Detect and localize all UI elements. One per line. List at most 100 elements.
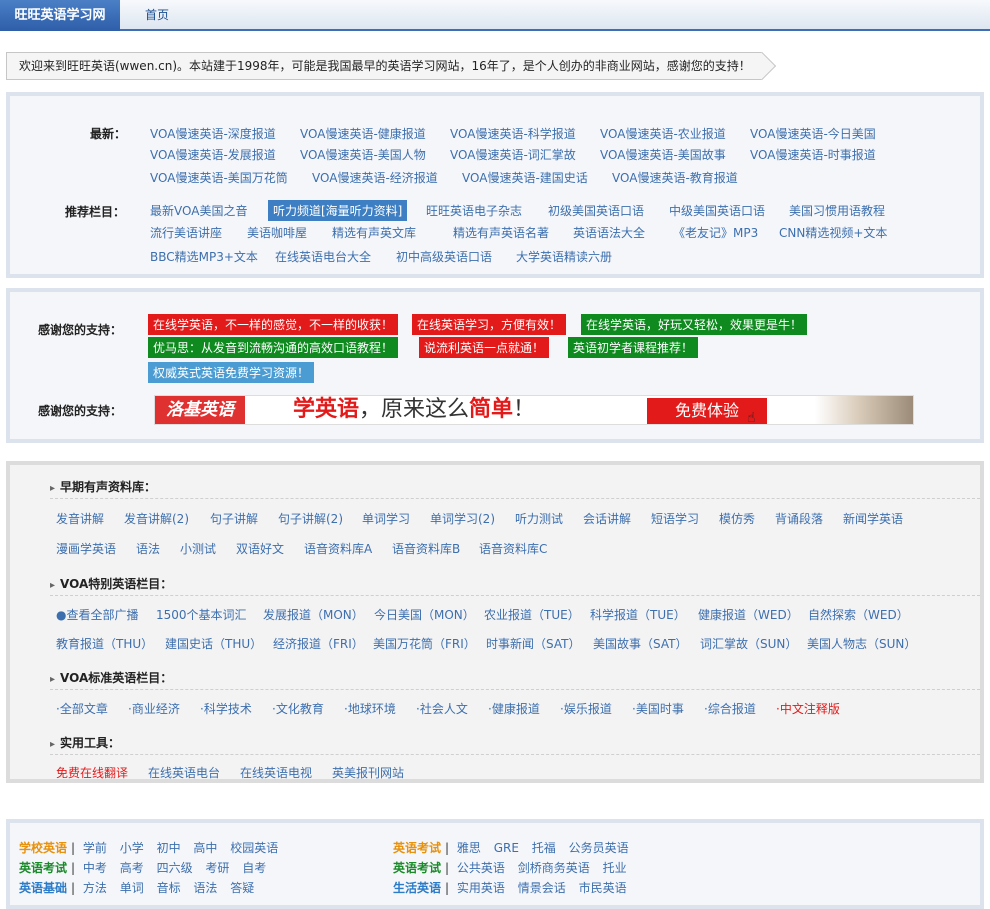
recommended-link[interactable]: 精选有声英文库 xyxy=(332,224,416,241)
promo-tag[interactable]: 在线学英语，不一样的感觉，不一样的收获！ xyxy=(148,314,399,335)
recommended-link[interactable]: 旺旺英语电子杂志 xyxy=(426,202,522,219)
voa-special-link[interactable]: 1500个基本词汇 xyxy=(156,606,247,623)
category-link[interactable]: 中考 xyxy=(83,861,107,875)
category-link[interactable]: GRE xyxy=(494,841,519,855)
latest-link[interactable]: VOA慢速英语-建国史话 xyxy=(462,169,588,186)
recommended-link-highlight[interactable]: 听力频道[海量听力资料] xyxy=(268,200,408,221)
tool-link-translate[interactable]: 免费在线翻译 xyxy=(56,764,128,781)
early-link[interactable]: 单词学习 xyxy=(362,510,410,527)
early-link[interactable]: 短语学习 xyxy=(651,510,699,527)
voa-special-link[interactable]: 建国史话（THU） xyxy=(165,635,262,652)
voa-standard-link[interactable]: ·社会人文 xyxy=(416,700,468,717)
category-link[interactable]: 答疑 xyxy=(230,881,254,895)
category-link[interactable]: 公共英语 xyxy=(457,861,505,875)
voa-special-link[interactable]: 美国人物志（SUN） xyxy=(807,635,916,652)
voa-special-link[interactable]: ●查看全部广播 xyxy=(56,606,138,623)
voa-standard-link[interactable]: ·健康报道 xyxy=(488,700,540,717)
category-link[interactable]: 小学 xyxy=(120,841,144,855)
early-link[interactable]: 句子讲解 xyxy=(210,510,258,527)
voa-special-link[interactable]: 教育报道（THU） xyxy=(56,635,153,652)
category-name[interactable]: 英语考试 xyxy=(19,861,67,875)
early-link[interactable]: 语音资料库B xyxy=(392,540,460,557)
early-link[interactable]: 背诵段落 xyxy=(775,510,823,527)
voa-standard-link[interactable]: ·地球环境 xyxy=(344,700,396,717)
category-link[interactable]: 市民英语 xyxy=(579,881,627,895)
latest-link[interactable]: VOA慢速英语-时事报道 xyxy=(750,146,876,163)
tool-link[interactable]: 在线英语电视 xyxy=(240,764,312,781)
latest-link[interactable]: VOA慢速英语-发展报道 xyxy=(150,146,276,163)
latest-link[interactable]: VOA慢速英语-农业报道 xyxy=(600,125,726,142)
category-link[interactable]: 实用英语 xyxy=(457,881,505,895)
nav-home-link[interactable]: 首页 xyxy=(145,0,169,31)
voa-special-link[interactable]: 美国万花筒（FRI） xyxy=(373,635,476,652)
category-link[interactable]: 方法 xyxy=(83,881,107,895)
category-link[interactable]: 剑桥商务英语 xyxy=(518,861,590,875)
recommended-link[interactable]: 美语咖啡屋 xyxy=(247,224,307,241)
category-link[interactable]: 托福 xyxy=(532,841,556,855)
category-link[interactable]: 校园英语 xyxy=(230,841,278,855)
early-link[interactable]: 句子讲解(2) xyxy=(278,510,343,527)
latest-link[interactable]: VOA慢速英语-今日美国 xyxy=(750,125,876,142)
voa-standard-link[interactable]: ·全部文章 xyxy=(56,700,108,717)
voa-special-link[interactable]: 发展报道（MON） xyxy=(263,606,364,623)
voa-standard-link[interactable]: ·商业经济 xyxy=(128,700,180,717)
early-link[interactable]: 单词学习(2) xyxy=(430,510,495,527)
category-link[interactable]: 初中 xyxy=(157,841,181,855)
category-link[interactable]: 考研 xyxy=(205,861,229,875)
voa-standard-link[interactable]: ·美国时事 xyxy=(632,700,684,717)
recommended-link[interactable]: 英语语法大全 xyxy=(573,224,645,241)
recommended-link[interactable]: 中级美国英语口语 xyxy=(669,202,765,219)
voa-special-link[interactable]: 科学报道（TUE） xyxy=(590,606,686,623)
latest-link[interactable]: VOA慢速英语-美国故事 xyxy=(600,146,726,163)
early-link[interactable]: 发音讲解 xyxy=(56,510,104,527)
voa-special-link[interactable]: 时事新闻（SAT） xyxy=(486,635,580,652)
category-link[interactable]: 四六级 xyxy=(157,861,193,875)
ad-banner[interactable]: 洛基英语 学英语，原来这么简单！ 免费体验 ☝ xyxy=(154,395,914,425)
tool-link[interactable]: 英美报刊网站 xyxy=(332,764,404,781)
early-link[interactable]: 语法 xyxy=(136,540,160,557)
voa-standard-link[interactable]: ·科学技术 xyxy=(200,700,252,717)
category-link[interactable]: 托业 xyxy=(603,861,627,875)
category-link[interactable]: 高考 xyxy=(120,861,144,875)
voa-standard-link-chinese[interactable]: ·中文注释版 xyxy=(776,700,840,717)
recommended-link[interactable]: 初级美国英语口语 xyxy=(548,202,644,219)
voa-standard-link[interactable]: ·娱乐报道 xyxy=(560,700,612,717)
early-link[interactable]: 语音资料库C xyxy=(479,540,547,557)
site-brand[interactable]: 旺旺英语学习网 xyxy=(0,0,120,31)
latest-link[interactable]: VOA慢速英语-深度报道 xyxy=(150,125,276,142)
latest-link[interactable]: VOA慢速英语-美国万花筒 xyxy=(150,169,288,186)
promo-tag[interactable]: 在线英语学习，方便有效！ xyxy=(412,314,567,335)
promo-tag[interactable]: 英语初学者课程推荐！ xyxy=(568,337,699,358)
recommended-link[interactable]: CNN精选视频+文本 xyxy=(779,224,887,241)
voa-special-link[interactable]: 美国故事（SAT） xyxy=(593,635,687,652)
early-link[interactable]: 模仿秀 xyxy=(719,510,755,527)
recommended-link[interactable]: 精选有声英语名著 xyxy=(453,224,549,241)
recommended-link[interactable]: 最新VOA美国之音 xyxy=(150,202,247,219)
promo-tag[interactable]: 优马思：从发音到流畅沟通的高效口语教程！ xyxy=(148,337,399,358)
recommended-link[interactable]: 在线英语电台大全 xyxy=(275,248,371,265)
voa-special-link[interactable]: 健康报道（WED） xyxy=(698,606,799,623)
promo-tag[interactable]: 权威英式英语免费学习资源！ xyxy=(148,362,315,383)
recommended-link[interactable]: 《老友记》MP3 xyxy=(673,224,758,241)
latest-link[interactable]: VOA慢速英语-美国人物 xyxy=(300,146,426,163)
early-link[interactable]: 发音讲解(2) xyxy=(124,510,189,527)
latest-link[interactable]: VOA慢速英语-健康报道 xyxy=(300,125,426,142)
early-link[interactable]: 会话讲解 xyxy=(583,510,631,527)
recommended-link[interactable]: 初中高级英语口语 xyxy=(396,248,492,265)
category-link[interactable]: 学前 xyxy=(83,841,107,855)
voa-standard-link[interactable]: ·文化教育 xyxy=(272,700,324,717)
category-link[interactable]: 单词 xyxy=(120,881,144,895)
early-link[interactable]: 漫画学英语 xyxy=(56,540,116,557)
early-link[interactable]: 语音资料库A xyxy=(304,540,372,557)
latest-link[interactable]: VOA慢速英语-科学报道 xyxy=(450,125,576,142)
category-link[interactable]: 雅思 xyxy=(457,841,481,855)
latest-link[interactable]: VOA慢速英语-词汇掌故 xyxy=(450,146,576,163)
early-link[interactable]: 小测试 xyxy=(180,540,216,557)
promo-tag[interactable]: 在线学英语，好玩又轻松，效果更是牛！ xyxy=(581,314,808,335)
voa-special-link[interactable]: 自然探索（WED） xyxy=(808,606,909,623)
voa-special-link[interactable]: 词汇掌故（SUN） xyxy=(700,635,797,652)
recommended-link[interactable]: 大学英语精读六册 xyxy=(516,248,612,265)
recommended-link[interactable]: 美国习惯用语教程 xyxy=(789,202,885,219)
voa-special-link[interactable]: 经济报道（FRI） xyxy=(273,635,364,652)
category-link[interactable]: 语法 xyxy=(193,881,217,895)
